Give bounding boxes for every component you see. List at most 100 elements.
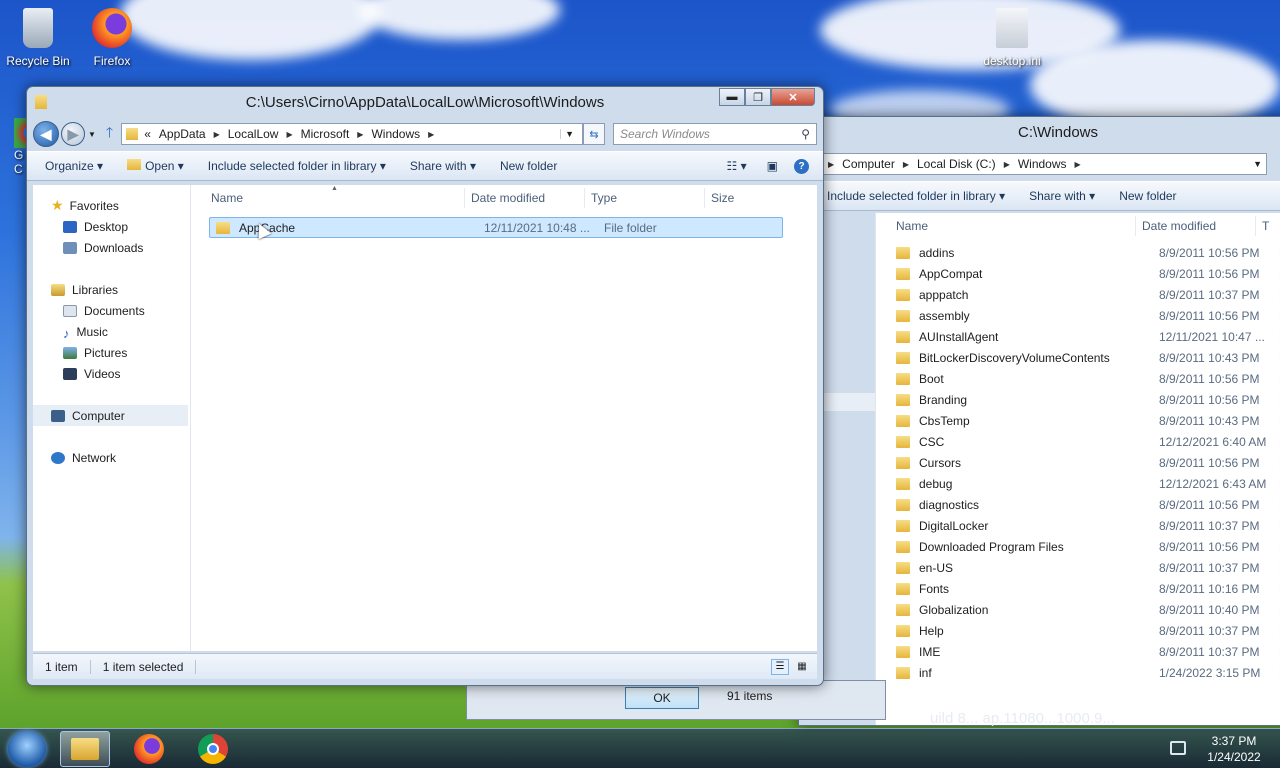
column-name[interactable]: Name [876,216,1136,236]
breadcrumb-local-disk[interactable]: Local Disk (C:) [917,157,996,171]
include-in-library-button[interactable]: Include selected folder in library ▾ [196,159,398,173]
breadcrumb-arrow-icon: ▶ [213,129,220,139]
table-row[interactable]: Globalization8/9/2011 10:40 PMF [896,599,1280,620]
table-row[interactable]: CSC12/12/2021 6:40 AMF [896,431,1280,452]
table-row[interactable]: en-US8/9/2011 10:37 PMF [896,557,1280,578]
nav-videos[interactable]: Videos [33,363,190,384]
help-icon[interactable]: ? [786,158,817,174]
row-date: 8/9/2011 10:37 PM [1159,287,1260,302]
breadcrumb-arrow-icon: ▶ [286,129,293,139]
table-row[interactable]: inf1/24/2022 3:15 PMF [896,662,1280,683]
column-date[interactable]: Date modified [465,188,585,208]
dialog-behind: OK 91 items [466,680,886,720]
desktop-icon-label: desktop.ini [983,54,1041,68]
chevron-down-icon[interactable]: ▼ [560,129,578,139]
column-header[interactable]: Name Date modified T [876,213,1280,239]
organize-button[interactable]: Organize ▾ [33,159,115,173]
table-row[interactable]: Cursors8/9/2011 10:56 PMF [896,452,1280,473]
taskbar-explorer[interactable] [60,731,110,767]
refresh-button[interactable]: ⇆ [583,123,605,145]
table-row[interactable]: debug12/12/2021 6:43 AMF [896,473,1280,494]
share-with-button[interactable]: Share with ▾ [1017,189,1107,203]
close-button[interactable]: ✕ [771,88,815,106]
address-bar[interactable]: ▶ Computer ▶ Local Disk (C:) ▶ Windows ▶… [823,153,1267,175]
column-type[interactable]: T [1256,216,1280,236]
nav-desktop[interactable]: Desktop [33,216,190,237]
table-row[interactable]: AppCompat8/9/2011 10:56 PMF [896,263,1280,284]
minimize-button[interactable]: ▬ [719,88,745,106]
table-row[interactable]: IME8/9/2011 10:37 PMF [896,641,1280,662]
folder-icon [896,351,910,364]
clock[interactable]: 3:37 PM 1/24/2022 [1196,733,1272,765]
share-with-button[interactable]: Share with ▾ [398,159,488,173]
nav-pictures[interactable]: Pictures [33,342,190,363]
search-input[interactable]: Search Windows ⚲ [613,123,817,145]
column-date[interactable]: Date modified [1136,216,1256,236]
table-row[interactable]: Branding8/9/2011 10:56 PMF [896,389,1280,410]
open-button[interactable]: Open ▾ [115,159,196,173]
desktop-icon-firefox[interactable]: Firefox [74,8,150,68]
breadcrumb-appdata[interactable]: AppData [159,127,206,141]
row-name: AUInstallAgent [919,329,999,344]
navigation-pane[interactable]: ★ Favorites Desktop Downloads Libraries D… [33,185,191,651]
table-row[interactable]: Boot8/9/2011 10:56 PMF [896,368,1280,389]
preview-pane-icon[interactable]: ▣ [759,159,786,173]
nav-selection-highlight [823,393,875,411]
nav-documents[interactable]: Documents [33,300,190,321]
nav-music[interactable]: ♪ Music [33,321,190,342]
table-row[interactable]: addins8/9/2011 10:56 PMF [896,242,1280,263]
breadcrumb-windows[interactable]: Windows [371,127,420,141]
back-button[interactable]: ◀ [33,121,59,147]
recent-pages-dropdown[interactable]: ▼ [88,130,96,139]
table-row[interactable]: DigitalLocker8/9/2011 10:37 PMF [896,515,1280,536]
details-view-icon[interactable]: ☰ [771,658,789,675]
nav-computer[interactable]: Computer [33,405,188,426]
file-type: File folder [604,220,657,235]
network-tray-icon[interactable] [1170,741,1186,755]
forward-button[interactable]: ▶ [61,122,85,146]
maximize-button[interactable]: ❐ [745,88,771,106]
column-type[interactable]: Type [585,188,705,208]
table-row[interactable]: AUInstallAgent12/11/2021 10:47 ...F [896,326,1280,347]
taskbar-firefox[interactable] [134,734,164,764]
nav-libraries[interactable]: Libraries [33,279,190,300]
folder-icon [896,561,910,574]
nav-downloads[interactable]: Downloads [33,237,190,258]
large-icons-view-icon[interactable]: ▦ [793,659,811,675]
address-bar[interactable]: « AppData ▶ LocalLow ▶ Microsoft ▶ Windo… [121,123,583,145]
row-date: 8/9/2011 10:37 PM [1159,560,1260,575]
desktop-icon-recycle-bin[interactable]: Recycle Bin [0,8,76,68]
status-selected: 1 item selected [91,659,197,674]
chevron-down-icon[interactable]: ▼ [1253,159,1262,169]
breadcrumb-windows[interactable]: Windows [1018,157,1067,171]
start-button[interactable] [8,731,46,767]
include-in-library-button[interactable]: Include selected folder in library ▾ [815,189,1017,203]
table-row[interactable]: BitLockerDiscoveryVolumeContents 8/9/2011… [896,347,1280,368]
table-row[interactable]: CbsTemp8/9/2011 10:43 PMF [896,410,1280,431]
column-size[interactable]: Size [705,188,781,208]
table-row[interactable]: apppatch8/9/2011 10:37 PMF [896,284,1280,305]
ok-button[interactable]: OK [625,687,699,709]
table-row[interactable]: assembly8/9/2011 10:56 PMF [896,305,1280,326]
breadcrumb-computer[interactable]: Computer [842,157,895,171]
table-row[interactable]: Fonts8/9/2011 10:16 PMF [896,578,1280,599]
file-list[interactable]: Name Date modified T addins 8/9/2011 10:5… [875,213,1280,725]
table-row[interactable]: Downloaded Program Files 8/9/2011 10:56 P… [896,536,1280,557]
column-header[interactable]: Name Date modified Type Size [205,185,785,211]
table-row[interactable]: diagnostics8/9/2011 10:56 PMF [896,494,1280,515]
nav-network[interactable]: Network [33,447,190,468]
file-row-appcache[interactable]: AppCache 12/11/2021 10:48 ... File folde… [209,217,783,238]
nav-favorites[interactable]: ★ Favorites [33,195,190,216]
new-folder-button[interactable]: New folder [488,159,569,173]
taskbar-chrome[interactable] [198,734,228,764]
new-folder-button[interactable]: New folder [1107,189,1188,203]
breadcrumb-microsoft[interactable]: Microsoft [301,127,350,141]
breadcrumb-localLow[interactable]: LocalLow [228,127,279,141]
up-arrow-icon[interactable]: 🡑 [106,122,113,146]
view-options-icon[interactable]: ☷ ▾ [715,159,759,173]
table-row[interactable]: Help8/9/2011 10:37 PMF [896,620,1280,641]
file-date: 12/11/2021 10:48 ... [484,220,590,235]
explorer-window-windows[interactable]: C:\Windows ▶ Computer ▶ Local Disk (C:) … [798,116,1280,726]
desktop-icon-desktop-ini[interactable]: desktop.ini [974,8,1050,68]
explorer-window-localLow[interactable]: C:\Users\Cirno\AppData\LocalLow\Microsof… [26,86,824,686]
